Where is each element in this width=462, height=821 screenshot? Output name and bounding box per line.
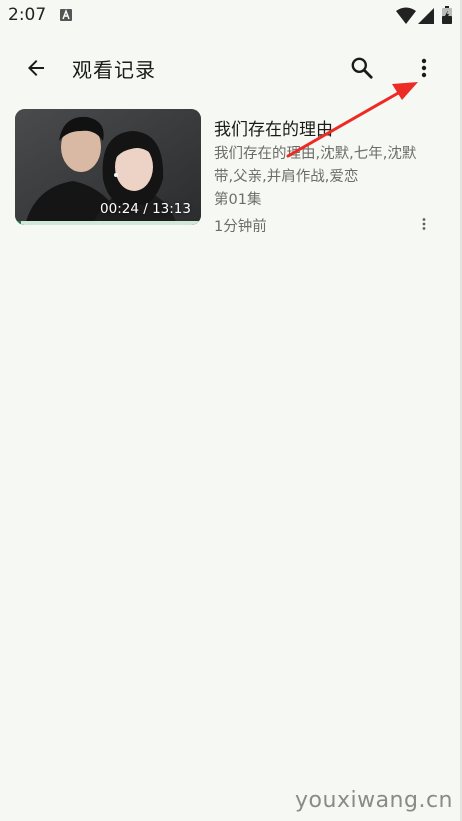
status-bar: 2:07 <box>0 0 462 32</box>
watched-time: 1分钟前 <box>214 219 267 235</box>
watermark: youxiwang.cn <box>295 788 453 813</box>
item-more-button[interactable] <box>413 213 435 235</box>
video-title: 我们存在的理由 <box>214 120 333 140</box>
wifi-icon <box>396 7 416 24</box>
episode-label: 第01集 <box>214 192 262 208</box>
video-tags: 我们存在的理由,沈默,七年,沈默带,父亲,并肩作战,爱恋 <box>214 146 417 185</box>
signal-icon <box>418 8 434 24</box>
history-item[interactable]: 00:24 / 13:13 我们存在的理由 我们存在的理由,沈默,七年,沈默带,… <box>0 105 462 235</box>
more-vert-icon <box>422 218 426 230</box>
watch-progress-fill <box>15 221 21 225</box>
search-button[interactable] <box>340 46 384 90</box>
app-bar: 观看记录 <box>0 40 462 96</box>
watch-progress-bar <box>15 221 201 225</box>
status-time: 2:07 <box>8 5 47 25</box>
app-notification-icon <box>60 9 72 21</box>
page-title: 观看记录 <box>72 58 156 82</box>
more-options-button[interactable] <box>402 46 446 90</box>
video-duration: 00:24 / 13:13 <box>100 201 191 217</box>
search-icon <box>351 57 373 79</box>
arrow-back-icon <box>28 60 44 76</box>
more-vert-icon <box>421 58 427 78</box>
video-thumbnail[interactable]: 00:24 / 13:13 <box>15 109 201 225</box>
back-button[interactable] <box>14 46 58 90</box>
battery-charging-icon <box>442 6 452 24</box>
